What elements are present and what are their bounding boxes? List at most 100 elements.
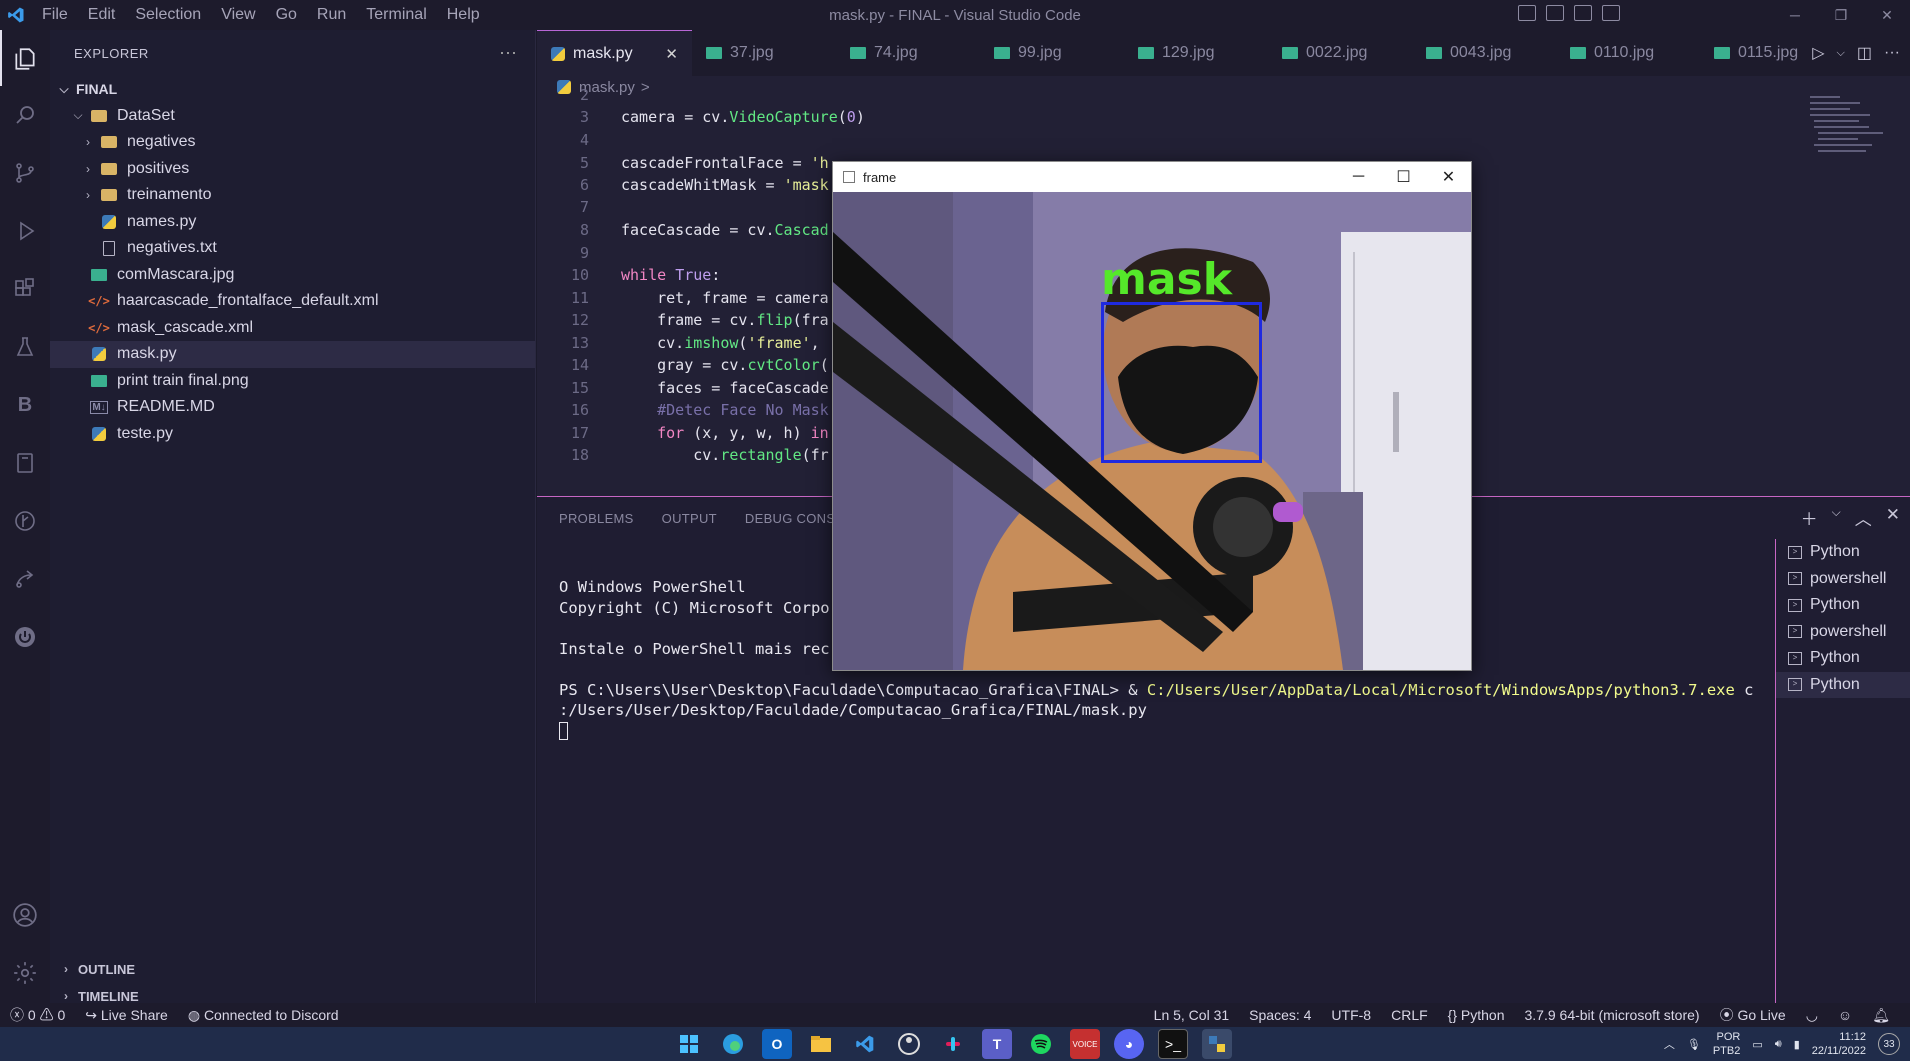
- encoding[interactable]: UTF-8: [1321, 1007, 1381, 1023]
- file-explorer-icon[interactable]: [806, 1029, 836, 1059]
- clock[interactable]: 11:12 22/11/2022: [1812, 1030, 1866, 1058]
- restore-icon[interactable]: ❐: [1818, 0, 1864, 30]
- terminal-item[interactable]: > powershell: [1776, 566, 1910, 593]
- split-editor-icon[interactable]: ◫: [1857, 43, 1872, 63]
- tab-74-jpg[interactable]: 74.jpg: [836, 30, 980, 76]
- tab-37-jpg[interactable]: 37.jpg: [692, 30, 836, 76]
- cursor-position[interactable]: Ln 5, Col 31: [1144, 1007, 1240, 1023]
- tree-folder-treinamento[interactable]: › treinamento: [50, 182, 535, 209]
- terminal-item[interactable]: > Python: [1776, 539, 1910, 566]
- tree-file-mask-py[interactable]: mask.py: [50, 341, 535, 368]
- tree-file-negatives-txt[interactable]: negatives.txt: [50, 235, 535, 262]
- language-mode[interactable]: {} Python: [1438, 1007, 1515, 1023]
- feedback-icon[interactable]: ☺: [1828, 1007, 1862, 1023]
- run-debug-icon[interactable]: [8, 214, 42, 248]
- toggle-sidebar-icon[interactable]: [1518, 5, 1536, 21]
- battery-icon[interactable]: ▮: [1794, 1038, 1800, 1051]
- live-share-icon[interactable]: [8, 562, 42, 596]
- menu-view[interactable]: View: [211, 6, 265, 24]
- tree-file-mask-cascade[interactable]: </> mask_cascade.xml: [50, 315, 535, 342]
- tree-folder-negatives[interactable]: › negatives: [50, 129, 535, 156]
- terminal-item[interactable]: > Python: [1776, 645, 1910, 672]
- terminal-taskbar-icon[interactable]: >_: [1158, 1029, 1188, 1059]
- maximize-panel-icon[interactable]: ︿: [1855, 505, 1872, 530]
- tree-folder-positives[interactable]: › positives: [50, 156, 535, 183]
- indentation[interactable]: Spaces: 4: [1239, 1007, 1321, 1023]
- line-ending[interactable]: CRLF: [1381, 1007, 1438, 1023]
- vscode-taskbar-icon[interactable]: [850, 1029, 880, 1059]
- git-graph-icon[interactable]: [8, 504, 42, 538]
- go-live-button[interactable]: ⦿ Go Live: [1710, 1005, 1796, 1025]
- close-panel-icon[interactable]: ✕: [1886, 505, 1900, 530]
- maximize-icon[interactable]: ☐: [1381, 162, 1426, 192]
- discord-status[interactable]: ◍ Connected to Discord: [178, 1007, 349, 1024]
- obs-icon[interactable]: [894, 1029, 924, 1059]
- volume-icon[interactable]: 🔊︎: [1775, 1038, 1782, 1051]
- python-taskbar-icon[interactable]: [1202, 1029, 1232, 1059]
- menu-selection[interactable]: Selection: [125, 6, 211, 24]
- minimap[interactable]: [1790, 76, 1910, 496]
- menu-go[interactable]: Go: [266, 6, 307, 24]
- tree-root-final[interactable]: ⌵ FINAL: [50, 76, 535, 103]
- opencv-frame-window[interactable]: frame ─ ☐ ✕ mask: [832, 161, 1472, 671]
- extensions-icon[interactable]: [8, 272, 42, 306]
- close-icon[interactable]: ✕: [1864, 0, 1910, 30]
- terminal-item[interactable]: > Python: [1776, 592, 1910, 619]
- more-actions-icon[interactable]: ···: [1884, 44, 1900, 62]
- edge-browser-icon[interactable]: [718, 1029, 748, 1059]
- close-icon[interactable]: ✕: [1426, 162, 1471, 192]
- menu-file[interactable]: File: [32, 6, 78, 24]
- menu-terminal[interactable]: Terminal: [356, 6, 436, 24]
- bookmarks-icon[interactable]: B: [8, 388, 42, 422]
- menu-help[interactable]: Help: [437, 6, 490, 24]
- close-tab-icon[interactable]: ✕: [665, 45, 678, 63]
- terminal-item[interactable]: > powershell: [1776, 619, 1910, 646]
- tree-file-commascara[interactable]: comMascara.jpg: [50, 262, 535, 289]
- microphone-icon[interactable]: 🎙︎: [1687, 1038, 1701, 1051]
- windows-start-icon[interactable]: [674, 1029, 704, 1059]
- run-dropdown-chevron-icon[interactable]: ⌵: [1837, 47, 1845, 60]
- language-indicator[interactable]: POR PTB2: [1713, 1030, 1741, 1058]
- python-interpreter[interactable]: 3.7.9 64-bit (microsoft store): [1515, 1007, 1710, 1023]
- teams-icon[interactable]: T: [982, 1029, 1012, 1059]
- spotify-icon[interactable]: [1026, 1029, 1056, 1059]
- power-icon[interactable]: [8, 620, 42, 654]
- menu-edit[interactable]: Edit: [78, 6, 126, 24]
- live-share-status[interactable]: ↪ Live Share: [75, 1007, 178, 1024]
- toggle-panel-icon[interactable]: [1546, 5, 1564, 21]
- tab-0110-jpg[interactable]: 0110.jpg: [1556, 30, 1700, 76]
- toggle-secondary-sidebar-icon[interactable]: [1574, 5, 1592, 21]
- outline-section[interactable]: › OUTLINE: [50, 956, 536, 982]
- notebook-icon[interactable]: [8, 446, 42, 480]
- tree-file-print-train[interactable]: print train final.png: [50, 368, 535, 395]
- notification-center-badge[interactable]: 33: [1878, 1033, 1900, 1055]
- source-control-icon[interactable]: [8, 156, 42, 190]
- problems-status[interactable]: ⓧ 0 ⚠ 0: [0, 1005, 75, 1025]
- tab-mask-py[interactable]: mask.py ✕: [537, 30, 692, 76]
- testing-icon[interactable]: [8, 330, 42, 364]
- outlook-icon[interactable]: O: [762, 1029, 792, 1059]
- customize-layout-icon[interactable]: [1602, 5, 1620, 21]
- explorer-icon[interactable]: [8, 42, 42, 76]
- more-actions-icon[interactable]: ···: [499, 42, 517, 63]
- sync-icon[interactable]: ◡: [1796, 1007, 1828, 1024]
- run-file-icon[interactable]: ▷: [1812, 43, 1824, 63]
- minimize-icon[interactable]: ─: [1336, 162, 1381, 192]
- discord-icon[interactable]: ◕: [1114, 1029, 1144, 1059]
- account-icon[interactable]: [8, 898, 42, 932]
- new-terminal-icon[interactable]: ＋: [1801, 505, 1818, 530]
- tab-99-jpg[interactable]: 99.jpg: [980, 30, 1124, 76]
- settings-gear-icon[interactable]: [8, 956, 42, 990]
- show-hidden-icons-chevron-icon[interactable]: ︿: [1664, 1036, 1675, 1052]
- tree-file-haarcascade[interactable]: </> haarcascade_frontalface_default.xml: [50, 288, 535, 315]
- terminal-item-active[interactable]: > Python: [1776, 671, 1910, 698]
- search-icon[interactable]: [8, 98, 42, 132]
- minimize-icon[interactable]: ─: [1772, 0, 1818, 30]
- tab-129-jpg[interactable]: 129.jpg: [1124, 30, 1268, 76]
- tab-problems[interactable]: PROBLEMS: [559, 511, 634, 526]
- tab-0022-jpg[interactable]: 0022.jpg: [1268, 30, 1412, 76]
- tree-file-readme[interactable]: M↓ README.MD: [50, 394, 535, 421]
- slack-icon[interactable]: [938, 1029, 968, 1059]
- tab-output[interactable]: OUTPUT: [662, 511, 717, 526]
- notifications-bell-icon[interactable]: 🔔︎: [1862, 1007, 1900, 1024]
